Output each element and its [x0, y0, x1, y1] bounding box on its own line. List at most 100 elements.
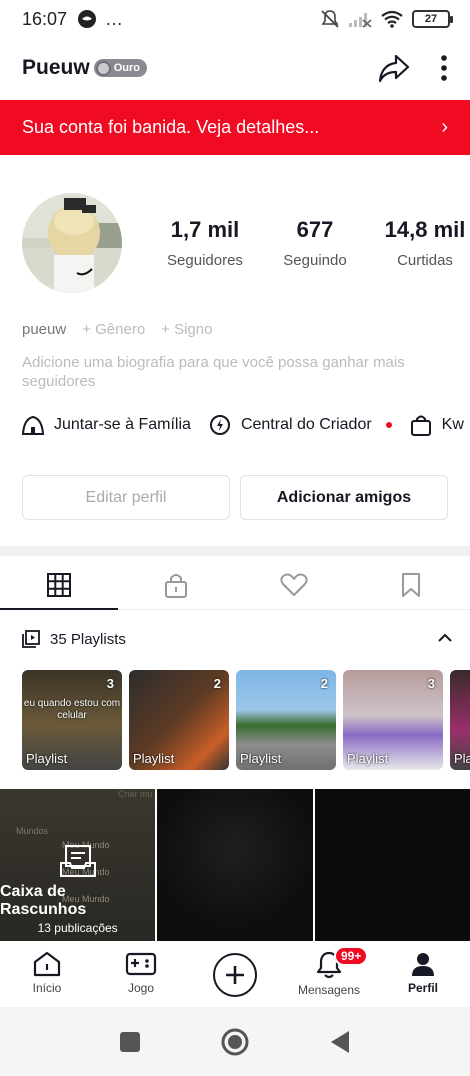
playlist-video-count: 3 [427, 676, 435, 691]
playlist-video-count: 2 [213, 676, 221, 691]
playlist-caption: eu quando estou com celular [23, 698, 121, 721]
system-navigation-bar [0, 1007, 470, 1076]
following-stat[interactable]: 677 Seguindo [260, 217, 370, 269]
battery-icon: 27 [412, 10, 453, 28]
drafts-count: 13 publicações [37, 921, 118, 935]
create-button[interactable] [213, 953, 257, 997]
lock-icon [165, 573, 188, 598]
tab-saved[interactable] [353, 560, 470, 609]
shop-bag-icon [410, 415, 431, 436]
profile-actions: Editar perfil Adicionar amigos [22, 475, 448, 520]
more-options-icon[interactable] [440, 54, 448, 82]
stat-label: Curtidas [397, 252, 453, 269]
tab-videos[interactable] [0, 560, 118, 610]
home-button-icon[interactable] [220, 1027, 250, 1057]
new-indicator-dot [385, 422, 392, 428]
user-handle: pueuw [22, 321, 67, 338]
likes-stat[interactable]: 14,8 mil Curtidas [370, 217, 470, 269]
chevron-up-icon[interactable] [438, 630, 452, 648]
badge-medal-icon [95, 60, 111, 76]
profile-meta: pueuw + Gênero + Signo [22, 321, 212, 338]
tab-liked[interactable] [235, 560, 353, 609]
nav-create[interactable] [188, 951, 282, 997]
app-notification-icon [78, 10, 97, 28]
ban-notice-text: Sua conta foi banida. Veja detalhes... [22, 117, 320, 137]
playlist-label: Playlist [26, 751, 68, 766]
playlist-card[interactable]: 2 Playlist [129, 670, 229, 770]
badge-label: Ouro [113, 62, 140, 74]
nav-messages[interactable]: 99+ Mensagens [282, 946, 376, 997]
section-divider [0, 546, 470, 556]
stat-label: Seguidores [167, 252, 243, 269]
playlists-header[interactable]: 35 Playlists [22, 626, 452, 652]
nav-home[interactable]: Início [0, 951, 94, 995]
playlist-label: Playlist [240, 751, 282, 766]
nav-game[interactable]: Jogo [94, 951, 188, 995]
drafts-icon [59, 845, 96, 877]
bookmark-icon [402, 572, 421, 597]
chevron-right-icon: › [441, 116, 448, 138]
link-label: Juntar-se à Família [54, 416, 191, 433]
ban-notice-banner[interactable]: Sua conta foi banida. Veja detalhes... › [0, 100, 470, 155]
playlist-card[interactable]: Pla [450, 670, 470, 770]
playlist-video-count: 3 [106, 676, 114, 691]
recent-apps-icon[interactable] [119, 1031, 141, 1053]
profile-stats: 1,7 mil Seguidores 677 Seguindo 14,8 mil… [150, 217, 470, 269]
video-thumbnail[interactable] [314, 789, 470, 941]
nav-label: Jogo [127, 981, 155, 995]
drafts-cell[interactable]: Criar mu Mundos Meu Mundo Meu Mundo Meu … [0, 789, 156, 941]
share-icon[interactable] [378, 53, 410, 83]
grid-icon [46, 572, 71, 597]
wifi-icon [381, 10, 403, 28]
back-icon[interactable] [329, 1030, 351, 1054]
profile-links: Juntar-se à Família Central do Criador K… [22, 410, 470, 440]
stat-value: 1,7 mil [170, 217, 240, 242]
page-title: Pueuw [22, 56, 90, 79]
profile-summary: 1,7 mil Seguidores 677 Seguindo 14,8 mil… [22, 192, 465, 294]
link-label: Central do Criador [240, 416, 372, 433]
stat-label: Seguindo [283, 252, 347, 269]
video-grid: Criar mu Mundos Meu Mundo Meu Mundo Meu … [0, 789, 470, 941]
playlist-label: Pla [454, 751, 470, 766]
signal-icon [349, 13, 372, 28]
nav-label: Perfil [407, 981, 438, 995]
profile-top-bar: Pueuw Ouro [0, 38, 470, 98]
add-gender-link[interactable]: + Gênero [82, 321, 145, 338]
nav-label: Mensagens [297, 983, 361, 997]
drafts-title: Caixa de Rascunhos [0, 883, 87, 918]
stat-value: 14,8 mil [384, 217, 466, 242]
notification-badge: 99+ [334, 946, 369, 966]
creator-center-icon [209, 415, 230, 435]
playlist-label: Playlist [347, 751, 389, 766]
plus-icon [226, 966, 244, 984]
bottom-navigation: Início Jogo 99+ Mensagens Perfil [0, 941, 470, 1007]
creator-center-link[interactable]: Central do Criador [209, 414, 392, 436]
link-label: Kw [441, 416, 464, 433]
playlist-card[interactable]: 2 Playlist [236, 670, 336, 770]
playlist-card[interactable]: 3 Playlist [343, 670, 443, 770]
followers-stat[interactable]: 1,7 mil Seguidores [150, 217, 260, 269]
join-family-link[interactable]: Juntar-se à Família [22, 415, 191, 435]
more-notifications-icon: … [105, 8, 124, 29]
gold-badge[interactable]: Ouro [93, 59, 147, 77]
avatar[interactable] [22, 193, 122, 293]
shop-link[interactable]: Kw [410, 414, 464, 436]
add-sign-link[interactable]: + Signo [161, 321, 212, 338]
playlist-video-count: 2 [320, 676, 328, 691]
nav-profile[interactable]: Perfil [376, 951, 470, 995]
edit-profile-button[interactable]: Editar perfil [22, 475, 230, 520]
video-thumbnail[interactable] [157, 789, 313, 941]
add-friends-button[interactable]: Adicionar amigos [240, 475, 448, 520]
playlist-label: Playlist [133, 751, 175, 766]
gamepad-icon [125, 952, 157, 976]
status-time: 16:07 [22, 8, 68, 29]
family-icon [22, 415, 44, 435]
bio-placeholder[interactable]: Adicione uma biografia para que você pos… [22, 353, 422, 391]
playlist-icon [22, 630, 40, 648]
content-tabs [0, 560, 470, 610]
heart-icon [280, 573, 308, 596]
playlist-card[interactable]: eu quando estou com celular 3 Playlist [22, 670, 122, 770]
tab-private[interactable] [118, 560, 236, 609]
profile-icon [412, 953, 434, 976]
playlists-strip: eu quando estou com celular 3 Playlist 2… [22, 670, 470, 770]
